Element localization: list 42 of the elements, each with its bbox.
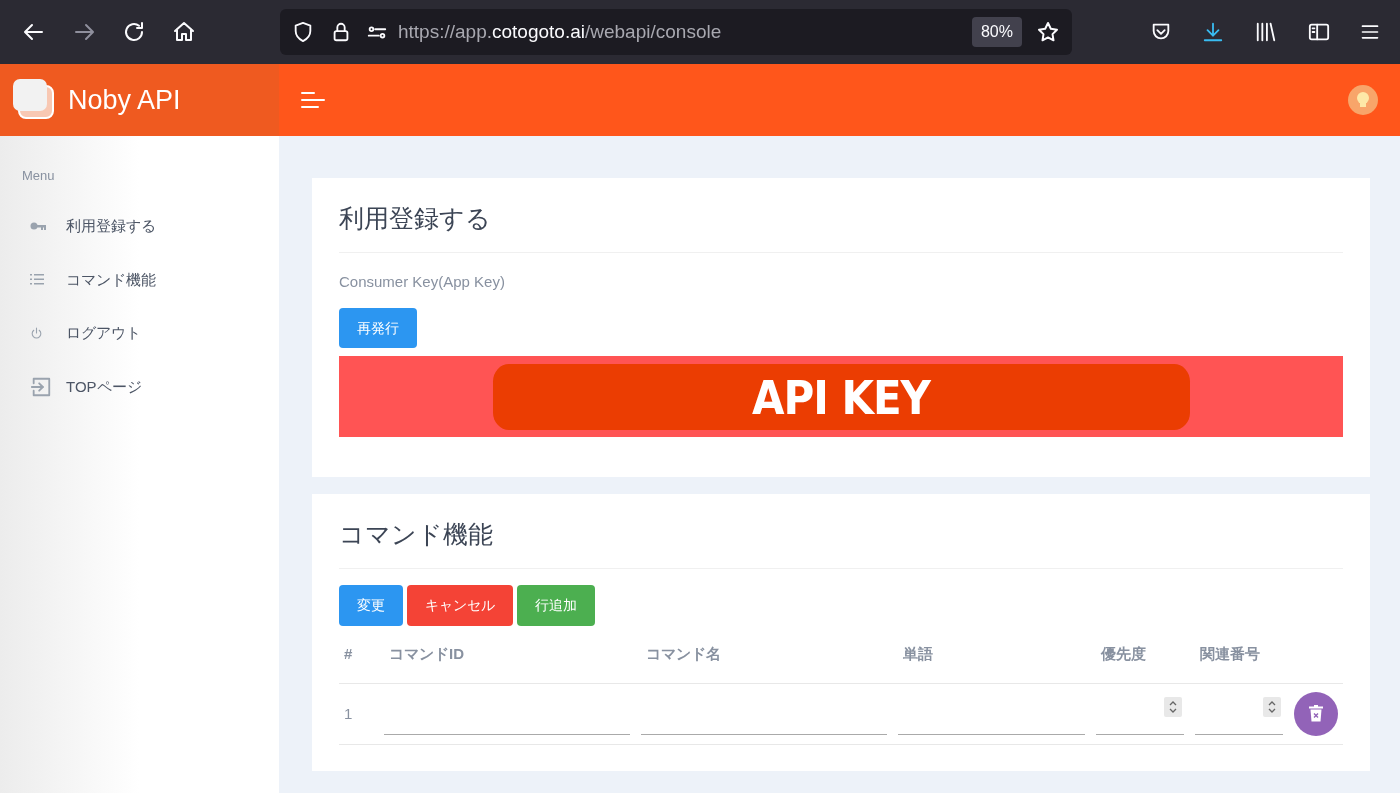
number-field[interactable] [1096,700,1184,735]
power-icon [30,326,43,340]
row-number: 1 [344,704,353,722]
key-icon [30,221,46,232]
shield-icon [292,20,314,44]
enter-icon [30,375,52,398]
list-icon [30,274,44,286]
user-avatar[interactable] [1348,85,1378,115]
column-header: 単語 [903,645,933,662]
card-title: コマンド機能 [339,516,1343,569]
column-header: コマンドID [389,645,464,662]
spinner-icon[interactable] [1263,696,1281,717]
menu-icon[interactable] [1360,22,1380,42]
address-bar[interactable]: https://app.cotogoto.ai/webapi/console 80% [280,9,1072,55]
download-icon[interactable] [1202,21,1224,43]
column-header: 優先度 [1101,645,1146,662]
url-text: https://app.cotogoto.ai/webapi/console [398,19,722,44]
spinner-icon[interactable] [1164,696,1182,717]
column-header: コマンド名 [646,645,721,662]
delete-button[interactable] [1294,691,1338,736]
number-field[interactable] [1195,700,1283,735]
column-header: # [344,645,353,662]
sidebar-toggle-icon[interactable] [1308,21,1330,43]
sidebar-item[interactable]: TOPページ [0,360,279,414]
column-header: 関連番号 [1200,645,1260,662]
trash-icon [1309,705,1323,722]
sidebar-item[interactable]: ログアウト [0,306,279,360]
sidebar-item[interactable]: 利用登録する [0,199,279,253]
api-key-text: API KEY [492,363,1190,430]
library-icon[interactable] [1254,21,1278,43]
card-title: 利用登録する [339,200,1343,253]
app-title: Noby API [68,83,181,117]
reload-icon[interactable] [122,20,146,44]
lightbulb-icon [1356,91,1370,109]
field-label: Consumer Key(App Key) [339,271,506,292]
logo-icon [12,78,56,122]
sidebar-item[interactable]: コマンド機能 [0,253,279,307]
home-icon[interactable] [172,20,196,44]
menu-heading: Menu [21,167,56,185]
zoom-level[interactable]: 80% [971,17,1022,47]
bookmark-star-icon[interactable] [1036,20,1060,44]
action-button[interactable]: キャンセル [407,584,513,626]
